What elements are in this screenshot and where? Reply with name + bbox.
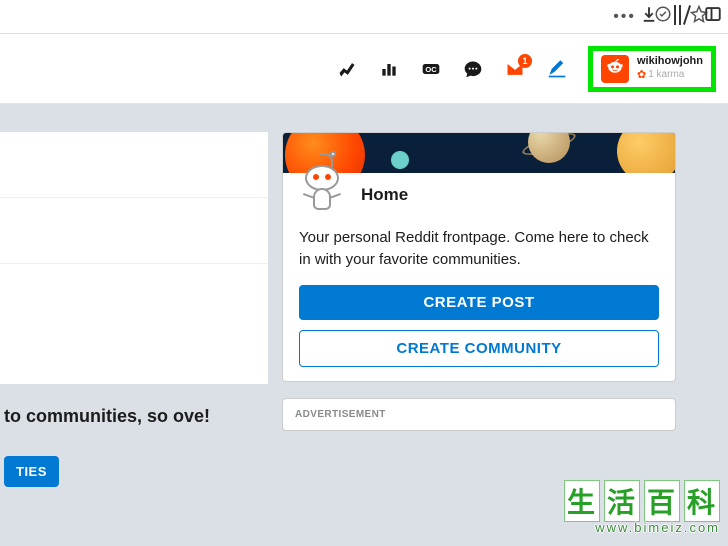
- downloads-icon[interactable]: [640, 5, 658, 28]
- feed-item-placeholder[interactable]: [0, 198, 268, 264]
- left-column: to communities, so ove! TIES: [0, 132, 268, 546]
- advertisement-card: ADVERTISEMENT: [282, 398, 676, 431]
- home-description: Your personal Reddit frontpage. Come her…: [283, 217, 675, 285]
- create-post-icon[interactable]: [546, 58, 568, 80]
- snoo-mascot-icon: [299, 155, 345, 217]
- oc-badge-icon[interactable]: OC: [420, 58, 442, 80]
- feed-item-placeholder[interactable]: [0, 264, 268, 384]
- library-icon[interactable]: [674, 5, 688, 28]
- home-card: Home Your personal Reddit frontpage. Com…: [282, 132, 676, 382]
- popular-icon[interactable]: [336, 58, 358, 80]
- sidebar-toggle-icon[interactable]: [704, 5, 722, 28]
- user-karma: ✿1 karma: [637, 69, 703, 82]
- browse-communities-button[interactable]: TIES: [4, 456, 59, 487]
- watermark: 生 活 百 科 www.bimeiz.com: [564, 480, 720, 535]
- home-title: Home: [361, 185, 408, 205]
- watermark-url: www.bimeiz.com: [564, 520, 720, 535]
- reddit-header: OC 1 wikihowjohn ✿1 karma: [0, 34, 728, 104]
- user-avatar-icon: [601, 55, 629, 83]
- user-menu[interactable]: wikihowjohn ✿1 karma: [588, 46, 716, 92]
- create-community-button[interactable]: CREATE COMMUNITY: [299, 330, 659, 367]
- user-name: wikihowjohn: [637, 55, 703, 68]
- karma-icon: ✿: [637, 69, 646, 82]
- svg-text:OC: OC: [425, 64, 437, 73]
- browser-toolbar: •••: [0, 0, 728, 34]
- messages-badge: 1: [518, 54, 532, 68]
- feed-item-placeholder[interactable]: [0, 132, 268, 198]
- page-actions-menu[interactable]: •••: [613, 8, 636, 26]
- promo-text: to communities, so ove!: [4, 404, 268, 428]
- create-post-button[interactable]: CREATE POST: [299, 285, 659, 320]
- messages-icon[interactable]: 1: [504, 58, 526, 80]
- ad-label: ADVERTISEMENT: [295, 409, 663, 420]
- chat-icon[interactable]: [462, 58, 484, 80]
- stats-icon[interactable]: [378, 58, 400, 80]
